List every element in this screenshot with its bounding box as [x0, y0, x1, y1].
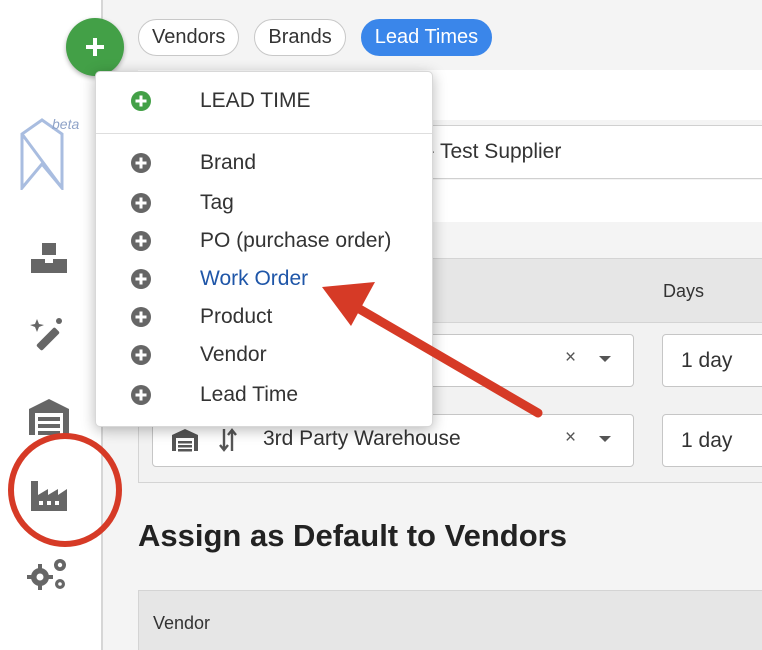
add-circle-icon [131, 231, 151, 256]
menu-header-lead-time[interactable]: LEAD TIME [96, 82, 432, 120]
sidebar: beta [0, 0, 124, 650]
menu-item-work-order[interactable]: Work Order [96, 260, 432, 298]
vendor-column-header: Vendor [153, 613, 211, 633]
assign-section-title: Assign as Default to Vendors [138, 518, 567, 553]
add-circle-icon [131, 385, 151, 410]
menu-item-po[interactable]: PO (purchase order) [96, 222, 432, 260]
menu-item-label: PO (purchase order) [200, 229, 392, 252]
menu-item-label: Lead Time [200, 383, 299, 406]
menu-item-label: Work Order [200, 267, 309, 290]
add-circle-icon [131, 153, 151, 178]
top-tabs: Vendors Brands Lead Times [138, 19, 493, 56]
warehouse-icon[interactable] [26, 394, 72, 440]
chevron-down-icon[interactable] [599, 356, 611, 362]
add-button[interactable] [66, 18, 124, 76]
tab-brands[interactable]: Brands [254, 19, 346, 56]
days-field[interactable]: 1 day [662, 334, 762, 387]
add-circle-icon [131, 269, 151, 294]
clear-icon[interactable]: × [565, 347, 576, 369]
warehouse-icon [171, 428, 199, 457]
menu-item-label: Brand [200, 151, 257, 174]
add-menu: LEAD TIME Brand Tag PO (purchase order) … [95, 71, 433, 427]
days-field[interactable]: 1 day [662, 414, 762, 467]
days-column-header: Days [663, 281, 705, 301]
menu-header-label: LEAD TIME [200, 89, 311, 112]
menu-item-brand[interactable]: Brand [96, 144, 432, 182]
magic-wand-icon[interactable] [26, 310, 72, 356]
menu-item-lead-time[interactable]: Lead Time [96, 376, 432, 414]
chevron-down-icon[interactable] [599, 436, 611, 442]
plus-icon [86, 38, 104, 56]
tab-vendors[interactable]: Vendors [138, 19, 240, 56]
tab-lead-times[interactable]: Lead Times [360, 19, 493, 56]
days-value: 1 day [681, 348, 733, 372]
add-circle-icon [131, 307, 151, 332]
factory-icon[interactable] [26, 472, 72, 518]
beta-badge: beta [52, 116, 80, 132]
swap-arrows-icon [219, 427, 237, 458]
menu-item-tag[interactable]: Tag [96, 184, 432, 222]
location-select-value: 3rd Party Warehouse [263, 427, 461, 450]
menu-item-product[interactable]: Product [96, 298, 432, 336]
add-circle-icon [131, 193, 151, 218]
days-value: 1 day [681, 428, 733, 452]
add-circle-icon [131, 91, 151, 116]
vendor-table: Vendor [138, 590, 762, 650]
add-circle-icon [131, 345, 151, 370]
inventory-icon[interactable] [26, 236, 72, 282]
menu-divider [96, 133, 432, 134]
menu-item-label: Vendor [200, 343, 267, 366]
menu-item-label: Product [200, 305, 273, 328]
supplier-field[interactable]: e - Test Supplier [395, 125, 762, 179]
menu-item-vendor[interactable]: Vendor [96, 336, 432, 374]
clear-icon[interactable]: × [565, 427, 576, 449]
settings-gears-icon[interactable] [26, 550, 72, 596]
menu-item-label: Tag [200, 191, 234, 214]
